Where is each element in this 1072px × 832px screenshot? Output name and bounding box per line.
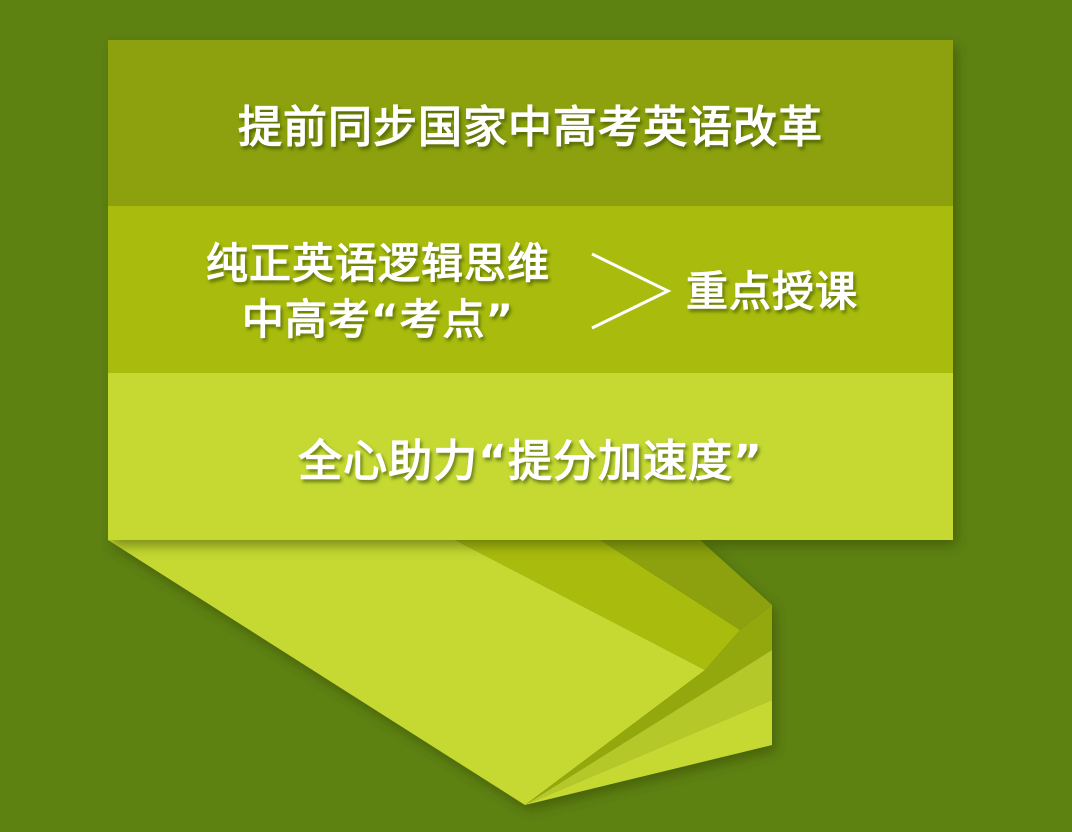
headline-score-boost: 全心助力“提分加速度” bbox=[298, 435, 763, 487]
text-logic-thinking: 纯正英语逻辑思维 bbox=[205, 239, 550, 288]
left-text-group: 纯正英语逻辑思维 中高考“考点” bbox=[168, 236, 588, 348]
band-middle: 纯正英语逻辑思维 中高考“考点” 重点授课 bbox=[108, 206, 953, 373]
headline-reform: 提前同步国家中高考英语改革 bbox=[238, 102, 823, 153]
text-exam-points: 中高考“考点” bbox=[241, 295, 515, 344]
text-focus-teaching: 重点授课 bbox=[686, 267, 859, 316]
ribbon-tail bbox=[108, 540, 772, 805]
band-top: 提前同步国家中高考英语改革 bbox=[108, 40, 953, 206]
chevron-right-icon bbox=[591, 252, 672, 330]
band-bottom: 全心助力“提分加速度” bbox=[108, 373, 953, 540]
